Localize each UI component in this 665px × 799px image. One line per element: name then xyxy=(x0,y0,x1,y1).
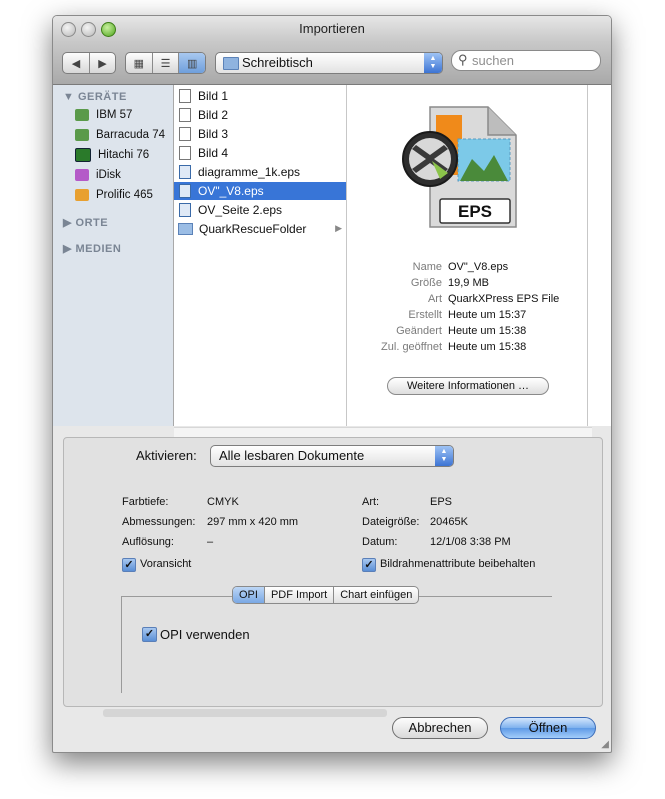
farbtiefe-label: Farbtiefe: xyxy=(122,496,169,508)
file-row-selected[interactable]: OV"_V8.eps xyxy=(174,182,346,200)
eps-badge-label: EPS xyxy=(458,202,492,221)
abmessungen-label: Abmessungen: xyxy=(122,516,196,528)
file-column: Bild 1 Bild 2 Bild 3 Bild 4 diagramme_1k… xyxy=(174,85,358,426)
document-icon xyxy=(179,146,191,160)
open-button[interactable]: Öffnen xyxy=(500,717,596,739)
eps-file-icon xyxy=(179,184,191,198)
updown-arrows-icon: ▲ ▼ xyxy=(424,53,442,73)
search-placeholder: suchen xyxy=(472,53,514,68)
options-tab-bar: OPI PDF Import Chart einfügen xyxy=(232,586,420,604)
view-mode-switcher: ▦ ☰ ▥ xyxy=(125,52,206,74)
progress-track xyxy=(103,709,387,717)
folder-row[interactable]: QuarkRescueFolder ▶ xyxy=(174,220,346,238)
file-row[interactable]: Bild 4 xyxy=(174,144,346,162)
keep-frame-attributes-label: Bildrahmenattribute beibehalten xyxy=(380,558,536,570)
nav-back-forward: ◀ ▶ xyxy=(62,52,116,74)
import-dialog: Importieren ◀ ▶ ▦ ☰ ▥ Schreibtisch ▲ ▼ ⚲ … xyxy=(52,15,612,753)
file-row[interactable]: OV_Seite 2.eps xyxy=(174,201,346,219)
list-view-icon[interactable]: ☰ xyxy=(153,53,180,73)
document-icon xyxy=(179,127,191,141)
art-label: Art: xyxy=(362,496,380,508)
meta-row-size: Größe 19,9 MB xyxy=(410,277,489,289)
back-arrow-icon[interactable]: ◀ xyxy=(63,53,90,73)
keep-frame-attributes-checkbox[interactable]: ✓ xyxy=(362,558,376,572)
sidebar-item-idisk[interactable]: iDisk xyxy=(75,166,121,184)
document-icon xyxy=(179,89,191,103)
abmessungen-value: 297 mm x 420 mm xyxy=(207,516,299,528)
file-row[interactable]: Bild 1 xyxy=(174,87,346,105)
media-section-header[interactable]: ▶ MEDIEN xyxy=(63,242,121,255)
location-popup[interactable]: Schreibtisch ▲ ▼ xyxy=(215,52,443,74)
sidebar-item-hitachi[interactable]: Hitachi 76 xyxy=(75,146,149,164)
devices-section-header[interactable]: ▼ GERÄTE xyxy=(63,91,127,103)
disk-icon xyxy=(75,129,89,141)
tab-chart-einfuegen[interactable]: Chart einfügen xyxy=(334,587,418,603)
preview-checkbox-label: Voransicht xyxy=(140,558,192,570)
forward-arrow-icon[interactable]: ▶ xyxy=(90,53,115,73)
idisk-icon xyxy=(75,169,89,181)
tab-content-box xyxy=(121,596,552,693)
empty-column xyxy=(588,85,611,426)
dateigroesse-value: 20465K xyxy=(430,516,468,528)
icon-view-icon[interactable]: ▦ xyxy=(126,53,153,73)
aufloesung-value: – xyxy=(207,536,214,548)
sidebar-item-barracuda[interactable]: Barracuda 74 xyxy=(75,126,165,144)
dateigroesse-label: Dateigröße: xyxy=(362,516,420,528)
search-icon: ⚲ xyxy=(458,52,468,67)
tab-opi[interactable]: OPI xyxy=(233,587,265,603)
import-options-panel: Aktivieren: Alle lesbaren Dokumente ▲ ▼ F… xyxy=(63,437,603,707)
column-view-icon[interactable]: ▥ xyxy=(179,53,205,73)
updown-arrows-icon: ▲ ▼ xyxy=(435,446,453,466)
file-row[interactable]: Bild 2 xyxy=(174,106,346,124)
folder-icon xyxy=(223,57,239,70)
file-row[interactable]: diagramme_1k.eps xyxy=(174,163,346,181)
meta-row-name: Name OV"_V8.eps xyxy=(412,261,509,273)
search-field[interactable]: ⚲ suchen xyxy=(451,50,601,71)
meta-row-created: Erstellt Heute um 15:37 xyxy=(408,309,527,321)
window-title: Importieren xyxy=(299,21,365,36)
meta-row-last-opened: Zul. geöffnet Heute um 15:38 xyxy=(381,341,527,353)
enable-filter-popup[interactable]: Alle lesbaren Dokumente ▲ ▼ xyxy=(210,445,454,467)
document-icon xyxy=(179,108,191,122)
more-info-button[interactable]: Weitere Informationen … xyxy=(387,377,549,395)
meta-row-modified: Geändert Heute um 15:38 xyxy=(396,325,527,337)
file-row[interactable]: Bild 3 xyxy=(174,125,346,143)
title-bar: Importieren xyxy=(53,16,611,42)
resize-grip-icon[interactable]: ◢ xyxy=(601,739,609,750)
folder-icon xyxy=(178,223,193,235)
tab-pdf-import[interactable]: PDF Import xyxy=(265,587,335,603)
opi-checkbox-label: OPI verwenden xyxy=(160,627,250,642)
farbtiefe-value: CMYK xyxy=(207,496,239,508)
opi-checkbox[interactable]: ✓ xyxy=(142,627,157,642)
eps-file-icon xyxy=(179,165,191,179)
preview-checkbox[interactable]: ✓ xyxy=(122,558,136,572)
datum-value: 12/1/08 3:38 PM xyxy=(430,536,511,548)
meta-row-kind: Art QuarkXPress EPS File xyxy=(427,293,560,305)
enable-label: Aktivieren: xyxy=(136,448,197,463)
location-label: Schreibtisch xyxy=(242,55,313,70)
datum-label: Datum: xyxy=(362,536,398,548)
places-section-header[interactable]: ▶ ORTE xyxy=(63,216,108,229)
sidebar-item-prolific[interactable]: Prolific 465 xyxy=(75,186,153,204)
disclosure-arrow-icon: ▶ xyxy=(335,223,342,233)
preview-column: EPS Name OV"_V8.eps Größe 19,9 MB Art Quark… xyxy=(347,85,599,426)
aufloesung-label: Auflösung: xyxy=(122,536,174,548)
hard-drive-icon xyxy=(75,148,91,162)
quarkxpress-eps-file-icon: EPS xyxy=(402,106,517,228)
sidebar-item-ibm[interactable]: IBM 57 xyxy=(75,106,132,124)
disk-icon xyxy=(75,109,89,121)
cancel-button[interactable]: Abbrechen xyxy=(392,717,488,739)
external-drive-icon xyxy=(75,189,89,201)
sidebar: ▼ GERÄTE IBM 57 Barracuda 74 Hitachi 76 … xyxy=(53,85,174,426)
enable-filter-value: Alle lesbaren Dokumente xyxy=(219,448,365,463)
art-value: EPS xyxy=(430,496,453,508)
eps-file-icon xyxy=(179,203,191,217)
